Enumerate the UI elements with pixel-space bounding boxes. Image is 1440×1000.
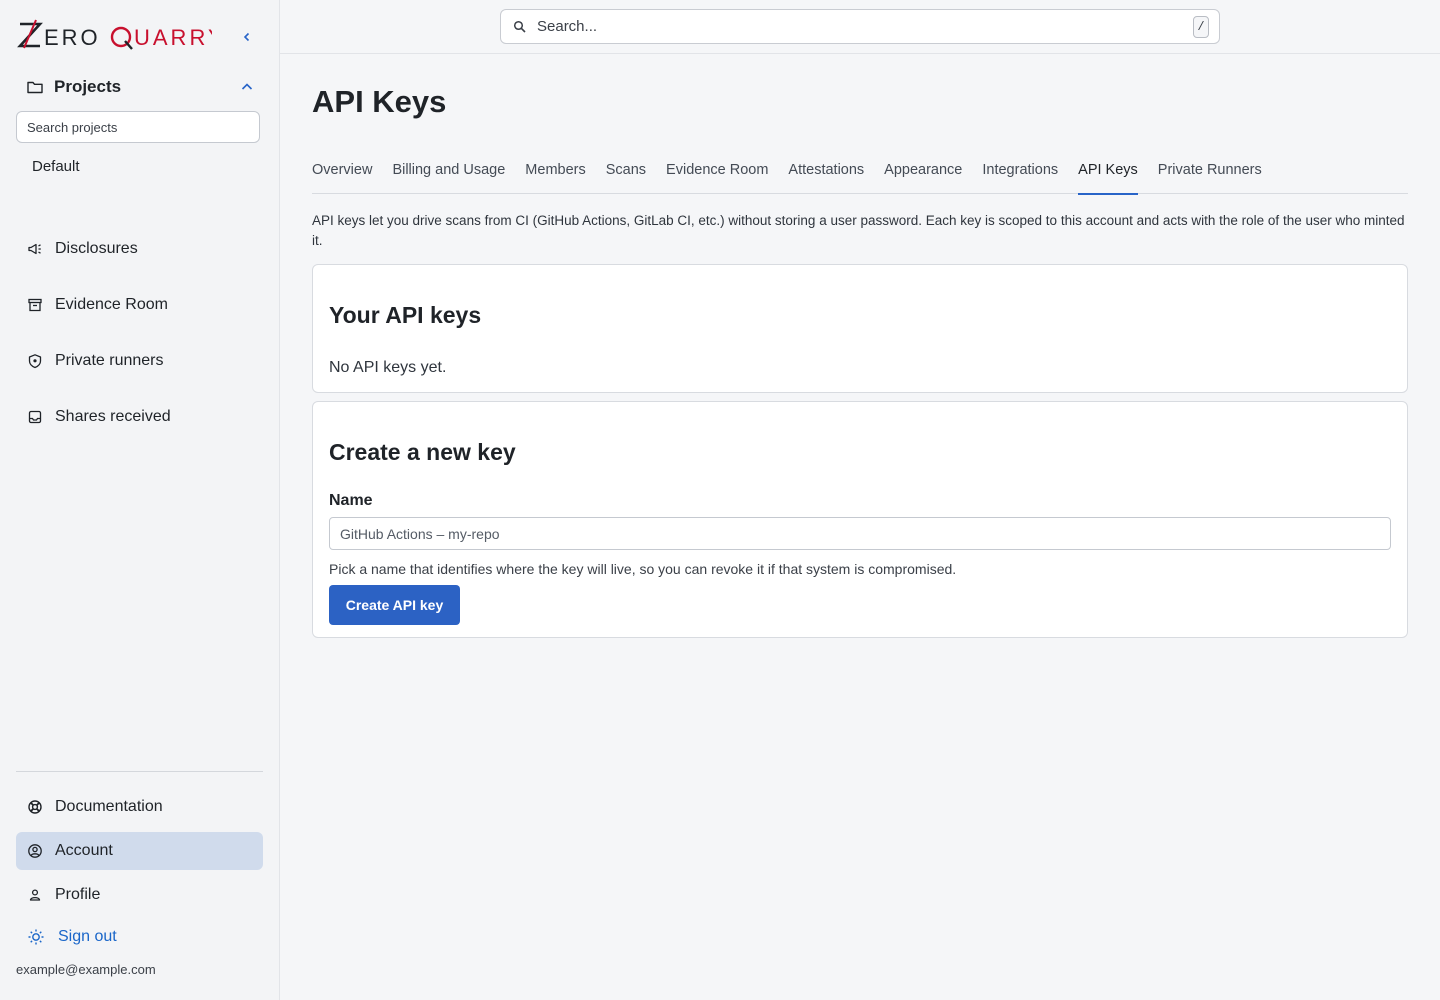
project-item-default[interactable]: Default <box>32 158 80 175</box>
shield-icon <box>26 352 44 370</box>
sidebar-item-shares-received[interactable]: Shares received <box>16 398 263 436</box>
tab-private-runners[interactable]: Private Runners <box>1158 158 1262 194</box>
account-tabs: Overview Billing and Usage Members Scans… <box>312 158 1408 195</box>
tab-api-keys[interactable]: API Keys <box>1078 158 1138 195</box>
lifebuoy-icon <box>26 798 44 816</box>
tab-members[interactable]: Members <box>525 158 585 194</box>
sidebar-item-evidence-room[interactable]: Evidence Room <box>16 286 263 324</box>
sidebar-item-profile[interactable]: Profile <box>16 876 263 914</box>
projects-toggle[interactable]: Projects <box>26 74 254 100</box>
sidebar: ERO UARRY Projects Default Disclosures E… <box>0 0 280 1000</box>
global-search-input[interactable] <box>537 18 1193 35</box>
sidebar-item-disclosures[interactable]: Disclosures <box>16 230 263 268</box>
create-key-card: Create a new key Name Pick a name that i… <box>312 401 1408 638</box>
svg-text:UARRY: UARRY <box>134 25 212 50</box>
collapse-sidebar-button[interactable] <box>238 28 256 46</box>
tab-overview[interactable]: Overview <box>312 158 372 194</box>
sidebar-item-documentation[interactable]: Documentation <box>16 788 263 826</box>
page-title: API Keys <box>312 84 447 119</box>
your-api-keys-card: Your API keys No API keys yet. <box>312 264 1408 393</box>
create-key-heading: Create a new key <box>329 439 516 465</box>
sign-out-button[interactable]: Sign out <box>16 918 263 956</box>
sidebar-divider <box>16 771 263 772</box>
top-bar: / <box>280 0 1440 54</box>
sun-icon <box>26 928 46 946</box>
sidebar-item-label: Documentation <box>55 798 163 815</box>
folder-icon <box>27 81 43 94</box>
tab-appearance[interactable]: Appearance <box>884 158 962 194</box>
tab-evidence-room[interactable]: Evidence Room <box>666 158 768 194</box>
sidebar-item-label: Account <box>55 842 113 859</box>
sidebar-item-label: Private runners <box>55 352 164 369</box>
megaphone-icon <box>26 240 44 258</box>
tab-integrations[interactable]: Integrations <box>982 158 1058 194</box>
api-keys-empty-state: No API keys yet. <box>329 359 447 376</box>
sidebar-item-label: Evidence Room <box>55 296 168 313</box>
sidebar-item-label: Disclosures <box>55 240 138 257</box>
key-name-input[interactable] <box>329 517 1391 550</box>
zeroquarry-logo[interactable]: ERO UARRY <box>16 18 223 54</box>
project-search-input[interactable] <box>16 111 260 143</box>
search-shortcut-hint: / <box>1193 15 1209 38</box>
global-search[interactable]: / <box>500 9 1220 44</box>
user-circle-icon <box>26 842 44 860</box>
search-icon <box>513 20 526 33</box>
sidebar-item-label: Profile <box>55 886 101 903</box>
chevron-up-icon <box>241 83 253 90</box>
tab-attestations[interactable]: Attestations <box>788 158 864 194</box>
name-field-label: Name <box>329 492 373 509</box>
your-api-keys-heading: Your API keys <box>329 302 482 328</box>
inbox-icon <box>26 408 44 426</box>
svg-text:ERO: ERO <box>44 25 101 50</box>
projects-label: Projects <box>54 77 122 96</box>
user-email: example@example.com <box>16 962 156 977</box>
archive-box-icon <box>26 296 44 314</box>
key-name-help: Pick a name that identifies where the ke… <box>329 561 957 577</box>
sidebar-item-account[interactable]: Account <box>16 832 263 870</box>
user-icon <box>26 886 44 904</box>
create-api-key-button[interactable]: Create API key <box>329 585 460 625</box>
sign-out-label: Sign out <box>58 928 117 945</box>
sidebar-item-label: Shares received <box>55 408 171 425</box>
chevron-left-icon <box>243 32 250 42</box>
tab-scans[interactable]: Scans <box>606 158 646 194</box>
sidebar-item-private-runners[interactable]: Private runners <box>16 342 263 380</box>
api-keys-intro: API keys let you drive scans from CI (Gi… <box>312 213 1405 248</box>
tab-billing-and-usage[interactable]: Billing and Usage <box>392 158 505 194</box>
